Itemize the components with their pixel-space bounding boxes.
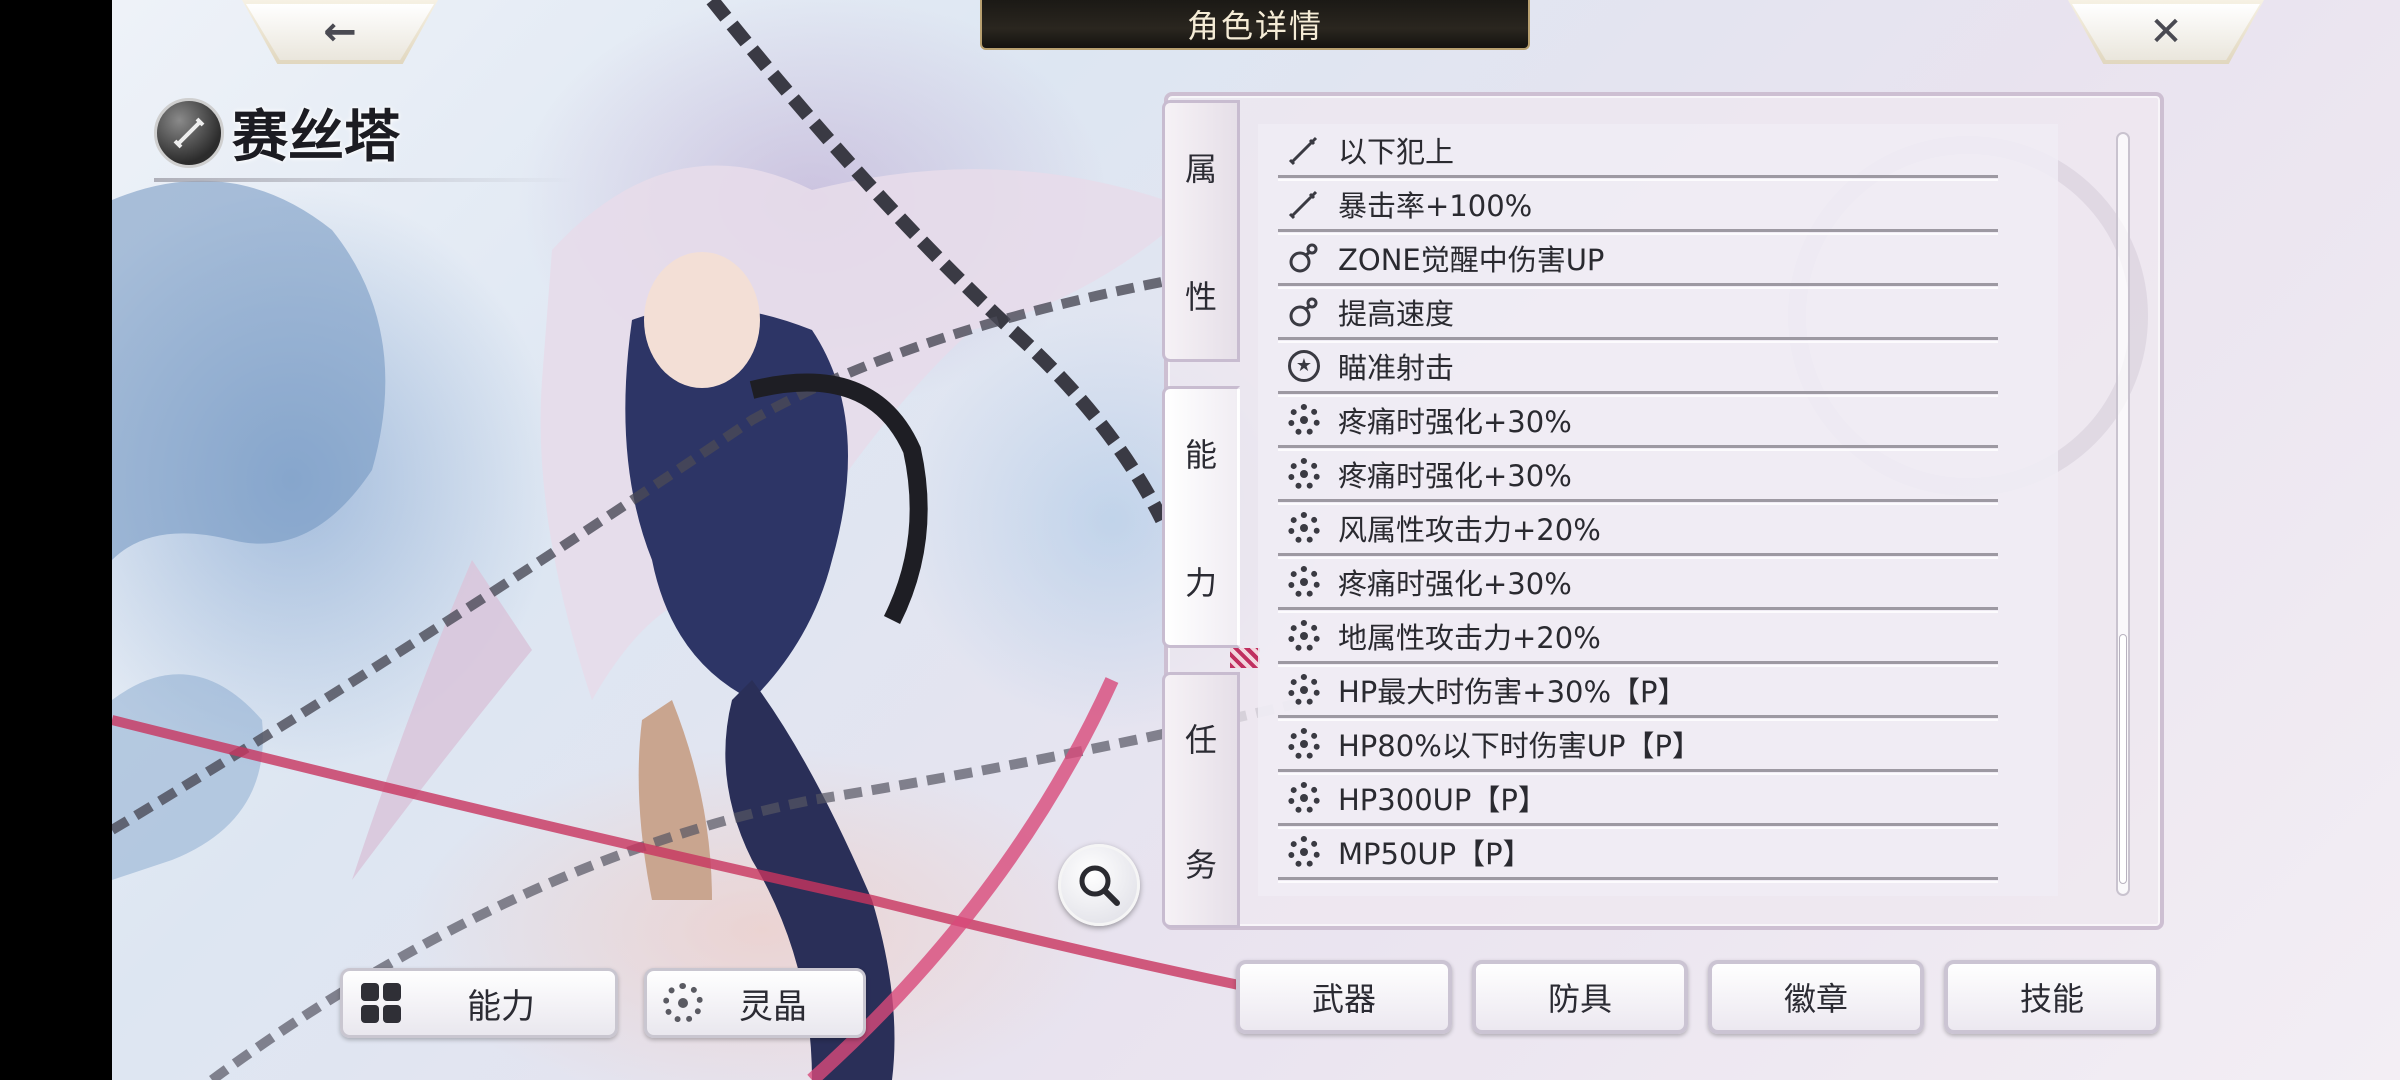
ability-list-scrollbar[interactable] [2116,132,2130,896]
page-title: 角色详情 [1186,7,1323,45]
star-badge-icon: ★ [1286,348,1322,384]
ability-text: 疼痛时强化+30% [1338,458,1572,493]
ability-button[interactable]: 能力 [340,968,618,1038]
gear-icon [1286,672,1322,708]
tab-missions-char-2: 务 [1184,845,1217,884]
list-item[interactable]: 地属性攻击力+20% [1278,610,1998,667]
gear-icon [1286,564,1322,600]
ability-text: 风属性攻击力+20% [1338,512,1601,547]
name-underline [154,178,574,182]
detail-panel: 属 性 能 力 任 务 以下犯上 暴击率+100% ZONE觉醒中伤害UP 提高… [1162,92,2164,930]
sword-class-icon [154,97,224,168]
list-item[interactable]: 疼痛时强化+30% [1278,448,1998,505]
ability-text: 以下犯上 [1338,134,1455,169]
tab-attributes-char-2: 性 [1184,278,1217,316]
list-item[interactable]: 以下犯上 [1278,124,1998,181]
sword-icon [1286,186,1322,222]
spirit-crystal-label: 灵晶 [739,986,807,1027]
ability-text: HP最大时伤害+30%【P】 [1338,674,1687,709]
badge-button-label: 徽章 [1783,980,1848,1018]
armor-button[interactable]: 防具 [1472,960,1688,1034]
ability-text: ZONE觉醒中伤害UP [1338,242,1605,277]
close-button[interactable]: ✕ [2068,0,2264,64]
weapon-button[interactable]: 武器 [1236,960,1452,1034]
tab-accent [1230,648,1260,668]
spirit-crystal-button[interactable]: 灵晶 [644,968,866,1038]
gear-icon [1286,402,1322,438]
list-item[interactable]: HP80%以下时伤害UP【P】 [1278,718,1998,775]
game-screen: ← 角色详情 ✕ 赛丝塔 能力 灵晶 武器 防具 徽章 技能 属 性 能 力 任… [112,0,2400,1080]
list-item[interactable]: MP50UP【P】 [1278,826,1998,883]
gear-icon [663,983,703,1023]
ability-text: 提高速度 [1338,296,1455,331]
tab-attributes-char-1: 属 [1184,150,1217,188]
ability-text: HP80%以下时伤害UP【P】 [1338,728,1701,763]
badge-button[interactable]: 徽章 [1708,960,1924,1034]
tab-missions-char-1: 任 [1184,720,1217,759]
magnifier-icon [1079,865,1120,906]
gear-icon [1286,456,1322,492]
tab-abilities[interactable]: 能 力 [1162,386,1240,648]
tab-abilities-char-2: 力 [1184,564,1217,602]
skill-button[interactable]: 技能 [1944,960,2160,1034]
skill-button-label: 技能 [2019,980,2084,1018]
ability-list-area[interactable]: 以下犯上 暴击率+100% ZONE觉醒中伤害UP 提高速度 ★ 瞄准射击 疼痛… [1258,124,2058,896]
list-item[interactable]: 暴击率+100% [1278,178,1998,235]
back-arrow-icon: ← [323,9,357,55]
gear-icon [1286,510,1322,546]
ability-list: 以下犯上 暴击率+100% ZONE觉醒中伤害UP 提高速度 ★ 瞄准射击 疼痛… [1278,124,1998,883]
ability-text: HP300UP【P】 [1338,782,1547,817]
list-item[interactable]: HP300UP【P】 [1278,772,1998,829]
gear-icon [1286,834,1322,870]
list-item[interactable]: ZONE觉醒中伤害UP [1278,232,1998,289]
character-name: 赛丝塔 [232,105,400,170]
ability-text: 暴击率+100% [1338,188,1533,223]
tab-attributes[interactable]: 属 性 [1162,100,1240,362]
sword-icon [1286,132,1322,168]
list-item[interactable]: 提高速度 [1278,286,1998,343]
gear-icon [1286,618,1322,654]
gear-icon [1286,726,1322,762]
close-icon: ✕ [2149,9,2183,55]
ability-text: 瞄准射击 [1338,350,1455,385]
weapon-button-label: 武器 [1311,980,1376,1018]
list-item[interactable]: ★ 瞄准射击 [1278,340,1998,397]
list-item[interactable]: HP最大时伤害+30%【P】 [1278,664,1998,721]
flask-icon [1286,240,1322,276]
title-bar: 角色详情 [980,0,1530,50]
flask-icon [1286,294,1322,330]
ability-text: 疼痛时强化+30% [1338,566,1572,601]
scroll-thumb[interactable] [2119,634,2127,884]
ability-button-label: 能力 [467,986,535,1027]
list-item[interactable]: 风属性攻击力+20% [1278,502,1998,559]
armor-button-label: 防具 [1547,980,1612,1018]
ability-text: 地属性攻击力+20% [1338,620,1601,655]
zoom-button[interactable] [1058,844,1140,926]
ability-text: MP50UP【P】 [1338,836,1532,871]
character-name-row: 赛丝塔 [154,92,400,173]
list-item[interactable]: 疼痛时强化+30% [1278,556,1998,613]
ability-grid-icon [361,983,401,1023]
gear-icon [1286,780,1322,816]
tab-missions[interactable]: 任 务 [1162,672,1240,928]
list-item[interactable]: 疼痛时强化+30% [1278,394,1998,451]
tab-abilities-char-1: 能 [1184,436,1217,474]
ability-text: 疼痛时强化+30% [1338,404,1572,439]
